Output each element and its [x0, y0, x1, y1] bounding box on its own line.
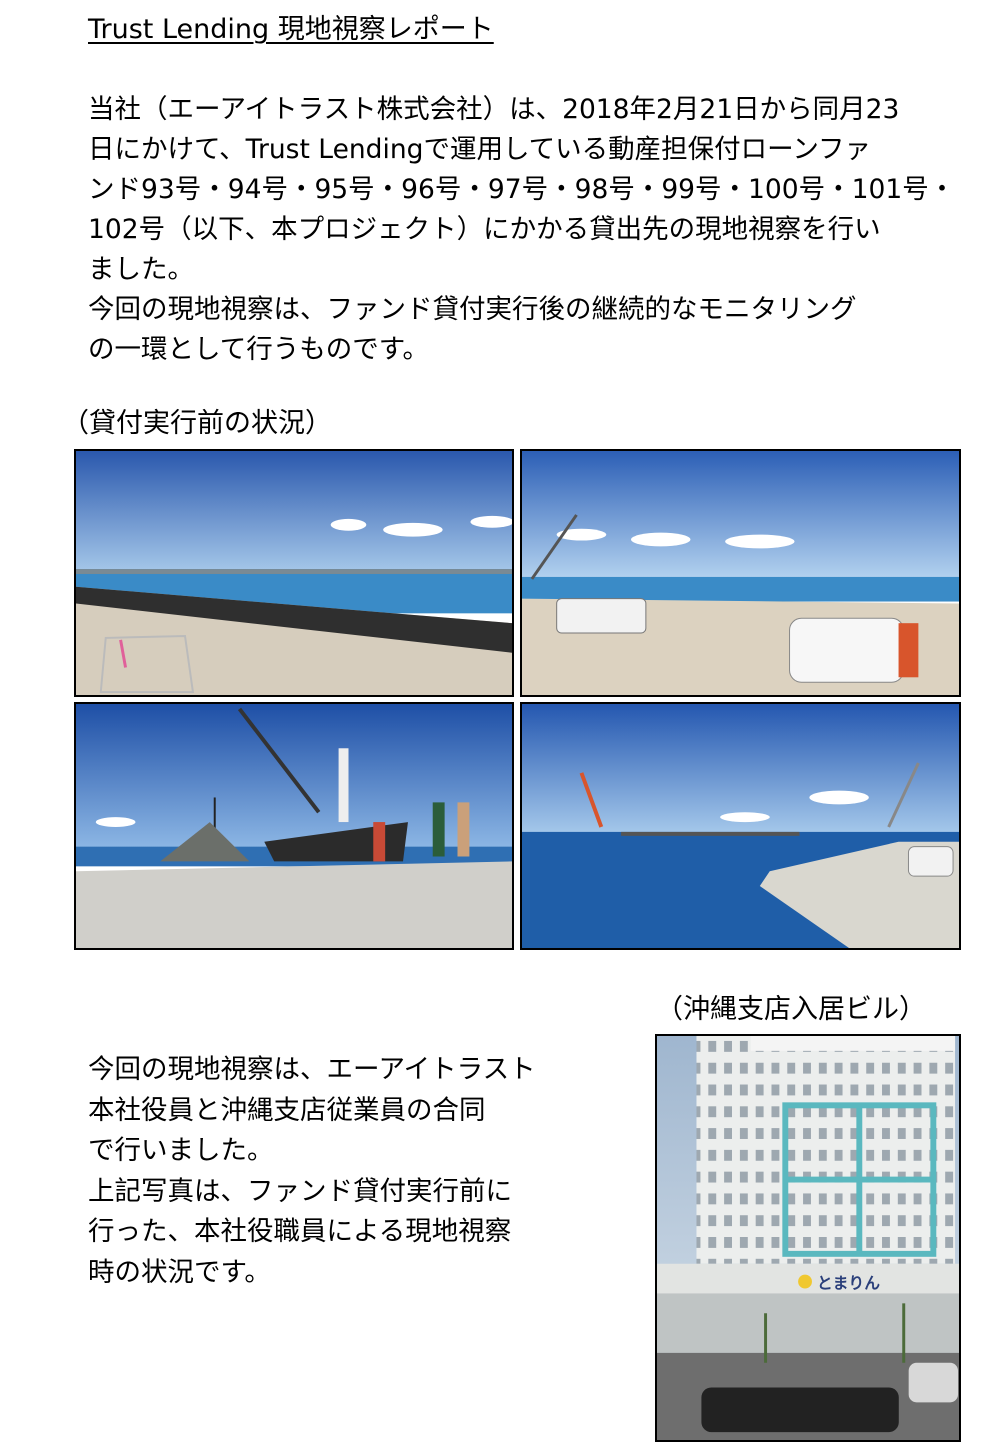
intro-line: 102号（以下、本プロジェクト）にかかる貸出先の現地視察を行い [88, 214, 881, 245]
caption-line: 時の状況です。 [88, 1256, 271, 1288]
photo-seawall-sandbags [74, 449, 514, 697]
caption-line: 本社役員と沖縄支店従業員の合同 [88, 1094, 486, 1126]
intro-line: の一環として行うものです。 [88, 334, 430, 365]
caption-line: 今回の現地視察は、エーアイトラスト [88, 1054, 536, 1085]
caption-line: で行いました。 [88, 1135, 274, 1166]
intro-line: 日にかけて、Trust Lendingで運用している動産担保付ローンファ [88, 134, 872, 165]
intro-line: 当社（エーアイトラスト株式会社）は、2018年2月21日から同月23 [88, 94, 900, 125]
intro-paragraph: 当社（エーアイトラスト株式会社）は、2018年2月21日から同月23 日にかけて… [88, 90, 956, 370]
caption-paragraph: 今回の現地視察は、エーアイトラスト 本社役員と沖縄支店従業員の合同 で行いました… [88, 1050, 588, 1293]
caption-line: 行った、本社役職員による現地視察 [88, 1216, 512, 1247]
caption-line: 上記写真は、ファンド貸付実行前に [88, 1175, 512, 1207]
building-sign-text: とまりん [817, 1273, 880, 1292]
intro-line: ンド93号・94号・95号・96号・97号・98号・99号・100号・101号・ [88, 174, 956, 205]
photo-ship-crane [74, 702, 514, 950]
intro-line: ました。 [88, 254, 194, 285]
before-section-label: （貸付実行前の状況） [62, 408, 332, 439]
building-section-label: （沖縄支店入居ビル） [656, 994, 926, 1025]
page-title: Trust Lending 現地視察レポート [88, 14, 494, 45]
photo-pier-sea [520, 702, 961, 950]
intro-line: 今回の現地視察は、ファンド貸付実行後の継続的なモニタリング [88, 294, 857, 325]
photo-okinawa-branch-building: とまりん [655, 1034, 961, 1442]
photo-lot-cars-crane [520, 449, 961, 697]
